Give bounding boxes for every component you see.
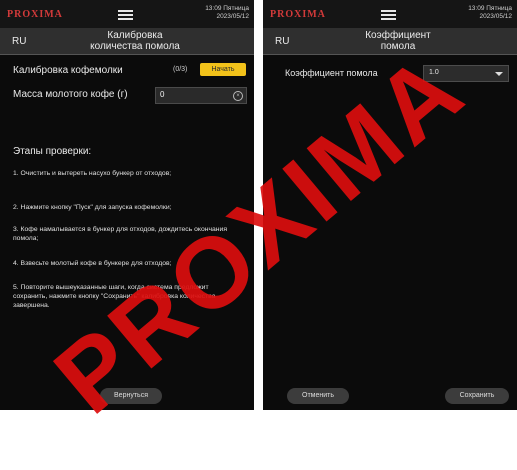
clear-icon[interactable]: × bbox=[233, 91, 243, 101]
status-bar: PROXIMA 13:09 Пятница 2023/05/12 bbox=[263, 0, 517, 28]
page-title-line2: количества помола bbox=[90, 41, 180, 52]
clock-date: 2023/05/12 bbox=[216, 13, 249, 20]
mass-input[interactable]: 0 × bbox=[155, 87, 247, 104]
mass-label: Масса молотого кофе (г) bbox=[13, 89, 128, 100]
calibration-label: Калибровка кофемолки bbox=[13, 65, 123, 76]
brand-logo: PROXIMA bbox=[7, 9, 63, 20]
clock-date: 2023/05/12 bbox=[479, 13, 512, 20]
start-button[interactable]: Начать bbox=[200, 63, 246, 76]
hamburger-menu-icon[interactable] bbox=[381, 10, 396, 20]
clock-time: 13:09 Пятница bbox=[205, 5, 249, 12]
clock-time: 13:09 Пятница bbox=[468, 5, 512, 12]
status-bar: PROXIMA 13:09 Пятница 2023/05/12 bbox=[0, 0, 254, 28]
language-selector[interactable]: RU bbox=[275, 36, 289, 47]
title-bar: RU Калибровка количества помола bbox=[0, 28, 254, 55]
page-title: Калибровка количества помола bbox=[60, 30, 210, 52]
clock: 13:09 Пятница 2023/05/12 bbox=[205, 5, 249, 21]
mass-value: 0 bbox=[160, 90, 165, 99]
clock: 13:09 Пятница 2023/05/12 bbox=[468, 5, 512, 21]
language-selector[interactable]: RU bbox=[12, 36, 26, 47]
brand-logo: PROXIMA bbox=[270, 9, 326, 20]
hamburger-menu-icon[interactable] bbox=[118, 10, 133, 20]
page-title-line1: Калибровка bbox=[107, 30, 163, 41]
calibration-count: (0/3) bbox=[173, 66, 188, 73]
step-1: 1. Очистить и вытереть насухо бункер от … bbox=[13, 170, 172, 177]
save-button[interactable]: Сохранить bbox=[445, 388, 509, 404]
cancel-button[interactable]: Отменить bbox=[287, 388, 349, 404]
steps-title: Этапы проверки: bbox=[13, 146, 92, 157]
